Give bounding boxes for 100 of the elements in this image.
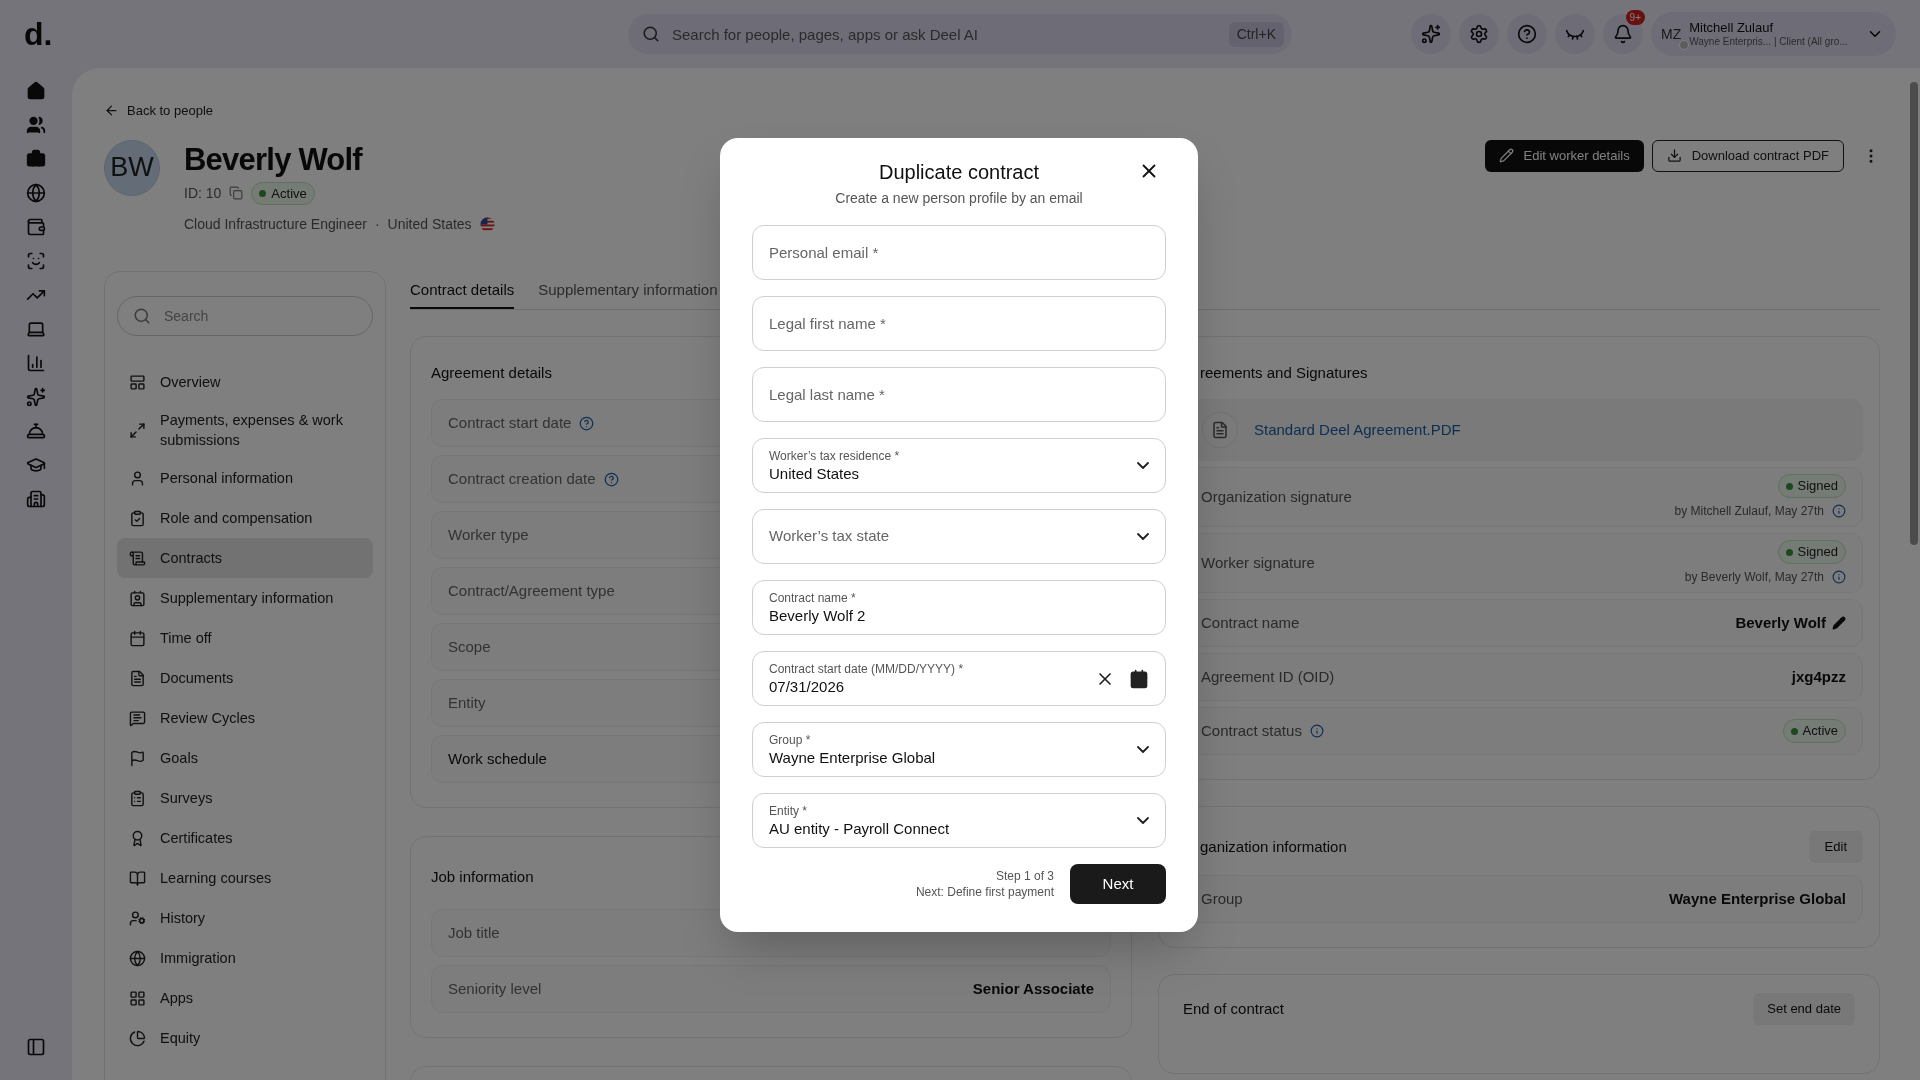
edit-button[interactable]: Edit	[1808, 831, 1863, 863]
step-indicator: Step 1 of 3	[995, 868, 1054, 884]
cloche-icon[interactable]	[26, 421, 46, 441]
country: United States	[387, 215, 472, 234]
document-icon	[129, 669, 146, 687]
flag-icon	[479, 217, 495, 232]
info-icon[interactable]	[1832, 503, 1846, 518]
tab[interactable]: Supplementary information	[538, 278, 718, 309]
field-label: Scope	[448, 636, 491, 657]
field-label: Work schedule	[448, 748, 547, 769]
info-icon[interactable]	[1309, 724, 1324, 738]
user-name: Mitchell Zulauf	[1689, 19, 1775, 36]
field-value: Wayne Enterprise Global	[1669, 888, 1846, 909]
help-icon[interactable]	[603, 471, 619, 487]
settings-button[interactable]	[1459, 14, 1499, 54]
input-field[interactable]: Contract name * Beverly Wolf 2	[752, 580, 1166, 635]
avatar: BW	[104, 139, 160, 196]
ai-sparkle-button[interactable]	[1411, 14, 1451, 54]
user-subtitle: Wayne Enterpris... | Client (All gro...	[1689, 35, 1849, 49]
edit-worker-button[interactable]: Edit worker details	[1484, 139, 1644, 172]
job-title: Cloud Infrastructure Engineer	[184, 215, 367, 234]
field-label: Contract/Agreement type	[448, 580, 615, 601]
bell-icon	[1613, 24, 1633, 44]
select-field[interactable]: Group * Wayne Enterprise Global	[752, 722, 1166, 777]
set-end-date-button[interactable]: Set end date	[1753, 993, 1855, 1025]
sparkle-icon[interactable]	[26, 387, 46, 407]
field-label: Entity	[448, 692, 486, 713]
user-menu[interactable]: MZ Mitchell Zulauf Wayne Enterpris... | Client (All gro...	[1651, 12, 1896, 56]
search-icon	[642, 25, 660, 43]
globe-icon[interactable]	[26, 183, 46, 203]
select-field[interactable]: Worker’s tax state	[752, 509, 1166, 564]
field-label: Contract status	[1201, 720, 1302, 741]
logo[interactable]: d.	[24, 16, 53, 52]
scroll-icon	[129, 549, 146, 567]
pencil-icon[interactable]	[1832, 616, 1846, 630]
input-field[interactable]: Legal last name *	[752, 367, 1166, 422]
diagonal-arrows-icon	[129, 421, 146, 439]
signed-badge: Signed	[1777, 540, 1846, 564]
person-id: ID: 10	[184, 183, 222, 203]
select-field[interactable]: Worker’s tax residence * United States	[752, 438, 1166, 493]
wallet-icon[interactable]	[26, 217, 46, 237]
field-value: Beverly Wolf	[1735, 612, 1826, 633]
field-label: Worker signature	[1200, 552, 1315, 573]
building-icon[interactable]	[26, 489, 46, 509]
globe-icon	[129, 949, 146, 967]
date-field[interactable]: Contract start date (MM/DD/YYYY) * 07/31/2026	[752, 651, 1166, 706]
field-label: Contract start date	[448, 412, 572, 433]
field-value: jxg4pzz	[1791, 666, 1846, 687]
pencil-icon	[1498, 148, 1514, 163]
sidebar-toggle-icon[interactable]	[26, 1037, 46, 1057]
closed-eye-button[interactable]	[1555, 14, 1595, 54]
nav-item[interactable]: Contracts	[117, 538, 373, 578]
layout-icon	[129, 373, 146, 391]
id-card-icon	[129, 589, 146, 607]
notification-badge: 9+	[1625, 10, 1645, 25]
document-icon	[1202, 412, 1238, 448]
laptop-icon[interactable]	[26, 319, 46, 339]
document-link[interactable]: Standard Deel Agreement.PDF	[1254, 418, 1461, 442]
field-label: Contract creation date	[448, 468, 596, 489]
copy-icon[interactable]	[229, 186, 244, 201]
ai-sparkle-icon	[1421, 24, 1441, 44]
tab[interactable]: Contract details	[410, 278, 515, 309]
signed-by: by Mitchell Zulauf, May 27th	[1674, 502, 1824, 520]
download-pdf-button[interactable]: Download contract PDF	[1651, 139, 1844, 172]
help-button[interactable]	[1507, 14, 1547, 54]
nav-search-field[interactable]: Search	[117, 296, 373, 336]
status-badge: Active	[1782, 719, 1846, 743]
calendar-icon	[129, 629, 146, 647]
message-icon	[129, 709, 146, 727]
chevron-down-icon	[1137, 533, 1149, 540]
settings-icon	[1469, 24, 1489, 44]
card-title: reements and Signatures	[1200, 364, 1368, 381]
card-title: Job information	[431, 868, 534, 885]
dialog-title: Duplicate contract	[878, 160, 1040, 185]
input-field[interactable]: Personal email *	[752, 225, 1166, 280]
info-icon[interactable]	[1832, 569, 1846, 584]
dialog-subtitle: Create a new person profile by an email	[835, 189, 1083, 208]
status-badge: Active	[251, 181, 315, 205]
back-link[interactable]: Back to people	[104, 101, 1880, 121]
user-gear-icon	[129, 909, 146, 927]
graduation-cap-icon[interactable]	[26, 455, 46, 475]
briefcase-icon[interactable]	[26, 149, 46, 169]
card-title: ganization information	[1199, 836, 1347, 857]
next-step-hint: Next: Define first payment	[915, 884, 1054, 900]
people-icon[interactable]	[26, 115, 46, 135]
apps-icon	[129, 989, 146, 1007]
clipboard-list-icon	[129, 789, 146, 807]
select-field[interactable]: Entity * AU entity - Payroll Connect	[752, 793, 1166, 848]
bar-chart-icon[interactable]	[26, 353, 46, 373]
input-field[interactable]: Legal first name *	[752, 296, 1166, 351]
next-button[interactable]: Next	[1070, 864, 1166, 904]
field-label: Agreement ID (OID)	[1201, 666, 1335, 687]
flag-icon	[129, 749, 146, 767]
help-icon[interactable]	[579, 415, 595, 431]
home-icon[interactable]	[26, 81, 46, 101]
chevron-down-icon	[1137, 817, 1149, 824]
calendar-icon[interactable]	[1129, 668, 1149, 689]
scrollbar[interactable]	[1910, 82, 1918, 545]
person-frame-icon[interactable]	[26, 251, 46, 271]
person-name: Beverly Wolf	[184, 140, 364, 179]
